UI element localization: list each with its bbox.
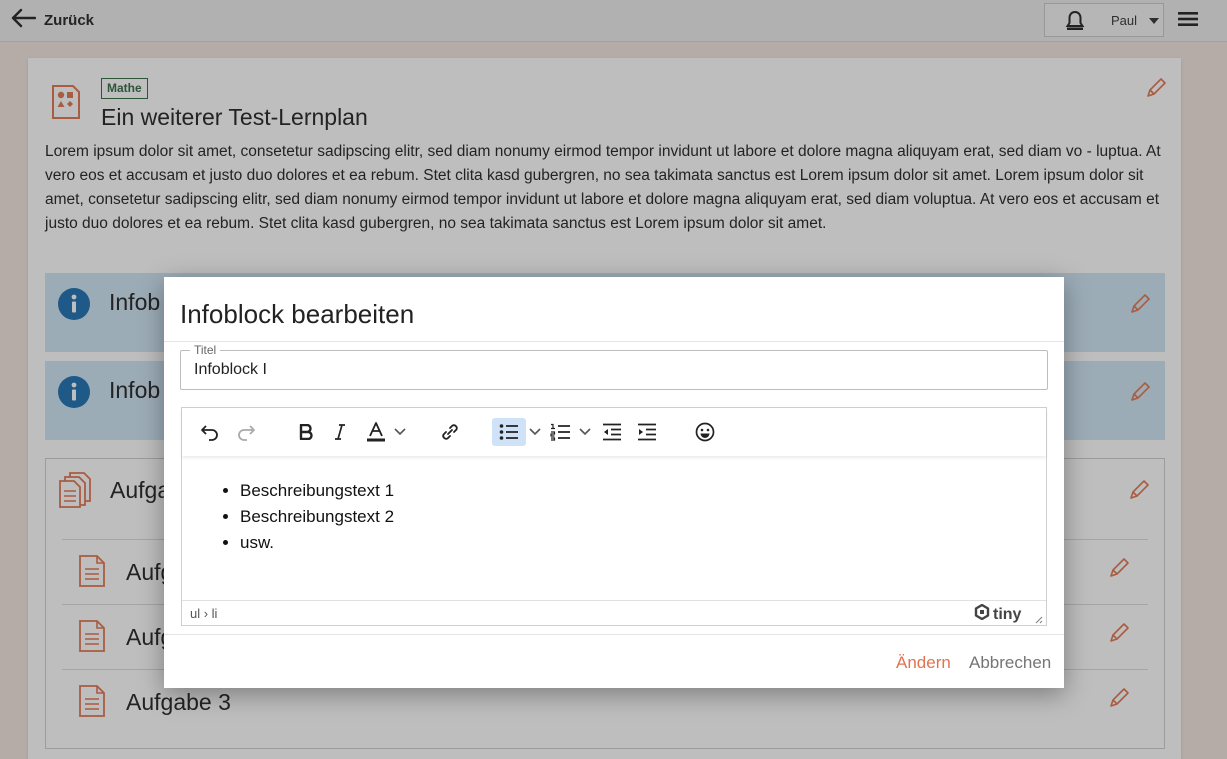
bold-icon[interactable] — [294, 418, 318, 446]
editor-statusbar: ul › li tiny — [182, 600, 1046, 625]
redo-icon[interactable] — [234, 418, 258, 446]
element-path[interactable]: ul › li — [190, 606, 217, 621]
title-input[interactable] — [181, 351, 1047, 389]
chevron-down-icon[interactable] — [526, 418, 544, 446]
divider — [164, 634, 1064, 635]
editor-toolbar — [182, 408, 1046, 456]
dialog-title: Infoblock bearbeiten — [180, 299, 415, 329]
rich-text-editor: Beschreibungstext 1 Beschreibungstext 2 … — [181, 407, 1047, 626]
tiny-brand-label: tiny — [993, 605, 1022, 623]
text-color-icon[interactable] — [364, 418, 388, 446]
save-button[interactable]: Ändern — [896, 653, 951, 673]
link-icon[interactable] — [438, 418, 462, 446]
list-item: Beschreibungstext 2 — [240, 504, 394, 530]
outdent-icon[interactable] — [600, 418, 624, 446]
list-item: Beschreibungstext 1 — [240, 478, 394, 504]
emoji-icon[interactable] — [693, 418, 717, 446]
title-field: Titel — [180, 343, 1048, 390]
list-item: usw. — [240, 530, 394, 556]
chevron-down-icon[interactable] — [576, 418, 594, 446]
tiny-logo[interactable]: tiny — [974, 603, 1022, 625]
resize-handle-icon[interactable] — [1033, 611, 1043, 629]
divider — [164, 341, 1064, 342]
numbered-list-icon[interactable] — [548, 418, 572, 446]
chevron-down-icon[interactable] — [390, 418, 410, 446]
edit-infoblock-dialog: Infoblock bearbeiten Titel Infoblock I •… — [164, 277, 1064, 688]
indent-icon[interactable] — [635, 418, 659, 446]
tiny-logo-icon — [974, 603, 990, 625]
undo-icon[interactable] — [198, 418, 222, 446]
italic-icon[interactable] — [328, 418, 352, 446]
bullet-list: Beschreibungstext 1 Beschreibungstext 2 … — [222, 478, 394, 556]
editor-content-area[interactable]: Beschreibungstext 1 Beschreibungstext 2 … — [182, 456, 1046, 600]
bullet-list-icon[interactable] — [492, 418, 526, 446]
cancel-button[interactable]: Abbrechen — [969, 653, 1051, 673]
